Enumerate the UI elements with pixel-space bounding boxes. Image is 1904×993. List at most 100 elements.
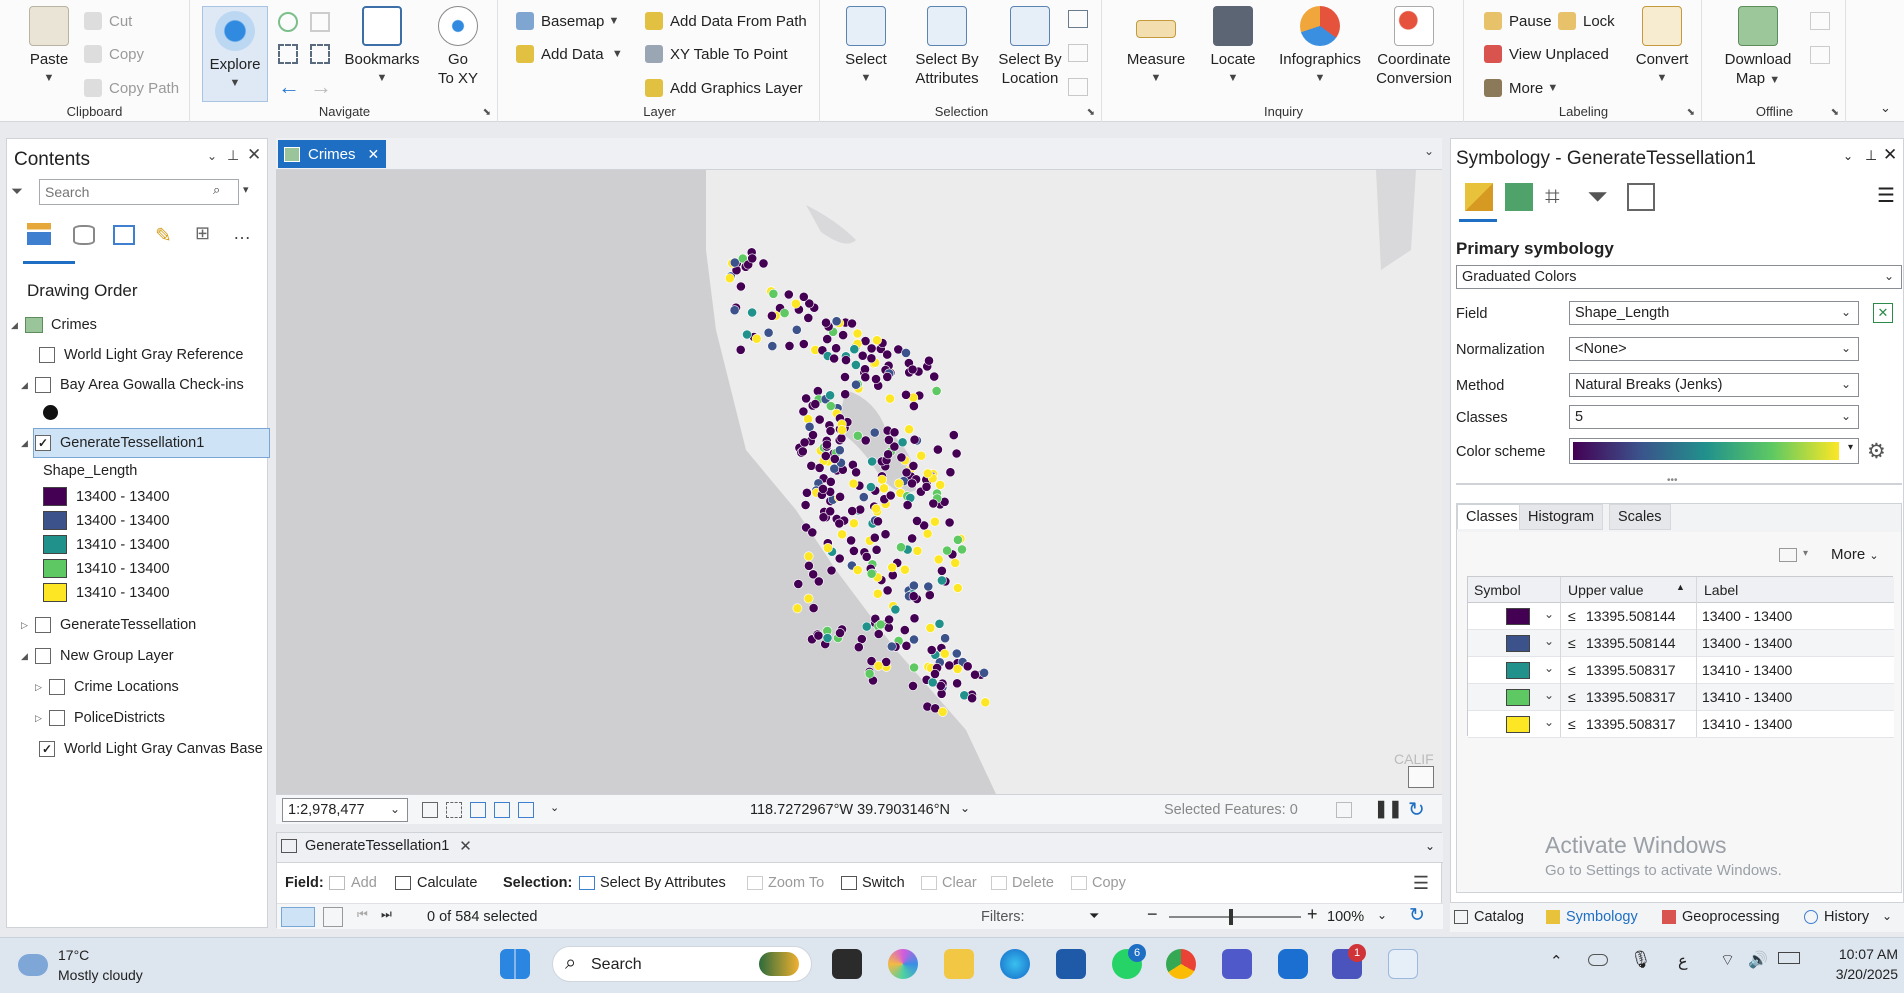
layer-item-crime-locations[interactable]: ▷ Crime Locations <box>35 679 179 695</box>
zoom-out-icon[interactable]: − <box>1147 904 1158 925</box>
xy-table-button[interactable]: XY Table To Point <box>645 42 788 66</box>
hexagon-cell[interactable] <box>747 253 758 264</box>
layer-item-police-districts[interactable]: ▷ PoliceDistricts <box>35 710 165 726</box>
tab-catalog[interactable]: Catalog <box>1454 909 1524 925</box>
zoom-to-button[interactable]: Zoom To <box>747 875 824 891</box>
table-toggle-icon[interactable] <box>1336 802 1352 818</box>
hexagon-cell[interactable] <box>829 353 839 364</box>
layer-checkbox[interactable] <box>35 617 51 633</box>
hexagon-cell[interactable] <box>902 500 913 510</box>
hexagon-cell[interactable] <box>735 344 746 355</box>
col-label[interactable]: Label <box>1704 582 1738 598</box>
attribute-table-icon[interactable] <box>1068 10 1088 28</box>
zoom-slider-track[interactable] <box>1169 916 1301 918</box>
hexagon-cell[interactable] <box>900 564 910 575</box>
hexagon-cell[interactable] <box>871 544 882 555</box>
more-options-icon[interactable]: … <box>233 223 251 244</box>
hexagon-cell[interactable] <box>930 516 940 527</box>
class-row[interactable]: ⌄ ≤13395.508317 13410 - 13400 <box>1468 657 1894 684</box>
hexagon-cell[interactable] <box>866 482 876 492</box>
tab-geoprocessing[interactable]: Geoprocessing <box>1662 909 1780 925</box>
col-upper-value[interactable]: Upper value <box>1568 582 1644 598</box>
hexagon-cell[interactable] <box>813 630 824 641</box>
hexagon-cell[interactable] <box>807 527 818 538</box>
fixed-zoom-icon[interactable] <box>310 12 330 32</box>
hexagon-cell[interactable] <box>822 439 832 450</box>
class-upper-value[interactable]: 13395.508144 <box>1586 635 1676 651</box>
show-selected-records-icon[interactable] <box>323 907 343 927</box>
expand-triangle-icon[interactable]: ◢ <box>21 651 31 662</box>
layer-checkbox[interactable]: ✓ <box>39 741 55 757</box>
hexagon-cell[interactable] <box>838 330 848 340</box>
hexagon-cell[interactable] <box>970 669 980 680</box>
pin-icon[interactable]: ⊥ <box>1865 147 1877 164</box>
list-by-source-icon[interactable] <box>73 225 95 245</box>
hexagon-cell[interactable] <box>836 433 847 444</box>
hexagon-cell[interactable] <box>930 668 940 679</box>
chevron-down-icon[interactable]: ⌄ <box>1544 715 1554 729</box>
chevron-down-icon[interactable]: ⌄ <box>1425 839 1435 853</box>
hexagon-cell[interactable] <box>912 515 922 526</box>
tab-scales[interactable]: Scales <box>1609 504 1671 530</box>
layer-checkbox[interactable] <box>49 679 65 695</box>
refresh-icon[interactable]: ↻ <box>1409 904 1425 927</box>
hexagon-cell[interactable] <box>871 374 881 384</box>
hexagon-cell[interactable] <box>923 581 934 592</box>
hexagon-cell[interactable] <box>767 341 778 351</box>
hexagon-cell[interactable] <box>944 660 955 671</box>
expand-triangle-icon[interactable]: ▷ <box>35 682 45 693</box>
hexagon-cell[interactable] <box>825 426 836 436</box>
filter-icon[interactable]: ⏷ <box>1089 908 1099 924</box>
go-to-xy-button[interactable]: Go To XY <box>430 6 486 88</box>
hexagon-cell[interactable] <box>847 506 858 516</box>
store-icon[interactable] <box>1056 949 1086 979</box>
hexagon-cell[interactable] <box>803 593 814 604</box>
hexagon-cell[interactable] <box>884 614 894 625</box>
hexagon-cell[interactable] <box>908 591 919 602</box>
list-by-editing-icon[interactable]: ✎ <box>155 223 172 248</box>
hexagon-cell[interactable] <box>940 633 950 644</box>
chevron-down-icon[interactable]: ⌄ <box>1843 149 1853 163</box>
hexagon-cell[interactable] <box>882 371 893 382</box>
hexagon-cell[interactable] <box>894 478 904 489</box>
search-icon[interactable]: ⌕ <box>213 182 220 198</box>
view-unplaced-button[interactable]: View Unplaced <box>1484 42 1609 66</box>
classes-view-icon[interactable] <box>1779 548 1797 562</box>
convert-button[interactable]: Convert ▼ <box>1632 6 1692 88</box>
zoom-out-fixed-icon[interactable] <box>310 44 330 64</box>
class-label[interactable]: 13400 - 13400 <box>1702 608 1792 624</box>
hexagon-cell[interactable] <box>867 456 877 467</box>
hexagon-cell[interactable] <box>944 517 955 528</box>
hexagon-cell[interactable] <box>882 585 893 596</box>
layer-checkbox[interactable] <box>39 347 55 363</box>
hexagon-cell[interactable] <box>834 518 845 529</box>
hexagon-cell[interactable] <box>907 533 917 544</box>
chevron-down-icon[interactable]: ⌄ <box>960 801 970 815</box>
layer-item-gowalla[interactable]: ◢ Bay Area Gowalla Check-ins <box>21 377 244 393</box>
expand-triangle-icon[interactable]: ◢ <box>21 438 31 449</box>
class-label[interactable]: 13410 - 13400 <box>1702 689 1792 705</box>
hexagon-cell[interactable] <box>909 434 920 445</box>
class-row[interactable]: ⌄ ≤13395.508317 13410 - 13400 <box>1468 711 1894 738</box>
hexagon-cell[interactable] <box>939 648 950 659</box>
clear-selection-icon[interactable] <box>1068 44 1088 62</box>
hexagon-cell[interactable] <box>858 492 869 502</box>
hexagon-cell[interactable] <box>948 430 959 440</box>
point-symbol-icon[interactable] <box>43 405 58 420</box>
splitter-grip-icon[interactable]: ••• <box>1667 475 1678 486</box>
hexagon-cell[interactable] <box>803 312 814 323</box>
hexagon-cell[interactable] <box>797 446 808 457</box>
hexagon-cell[interactable] <box>784 340 795 351</box>
hexagon-cell[interactable] <box>804 421 815 432</box>
hexagon-cell[interactable] <box>909 613 920 624</box>
hexagon-cell[interactable] <box>909 401 919 411</box>
hexagon-cell[interactable] <box>751 333 762 344</box>
hexagon-cell[interactable] <box>864 668 875 679</box>
hexagon-cell[interactable] <box>879 483 889 494</box>
layer-item-world-light-gray-reference[interactable]: World Light Gray Reference <box>39 347 243 363</box>
hexagon-cell[interactable] <box>885 490 896 501</box>
layer-item-new-group-layer[interactable]: ◢ New Group Layer <box>21 648 174 664</box>
first-record-icon[interactable]: ⏮ <box>357 907 368 922</box>
hexagon-cell[interactable] <box>937 706 948 717</box>
class-upper-value[interactable]: 13395.508317 <box>1586 716 1676 732</box>
